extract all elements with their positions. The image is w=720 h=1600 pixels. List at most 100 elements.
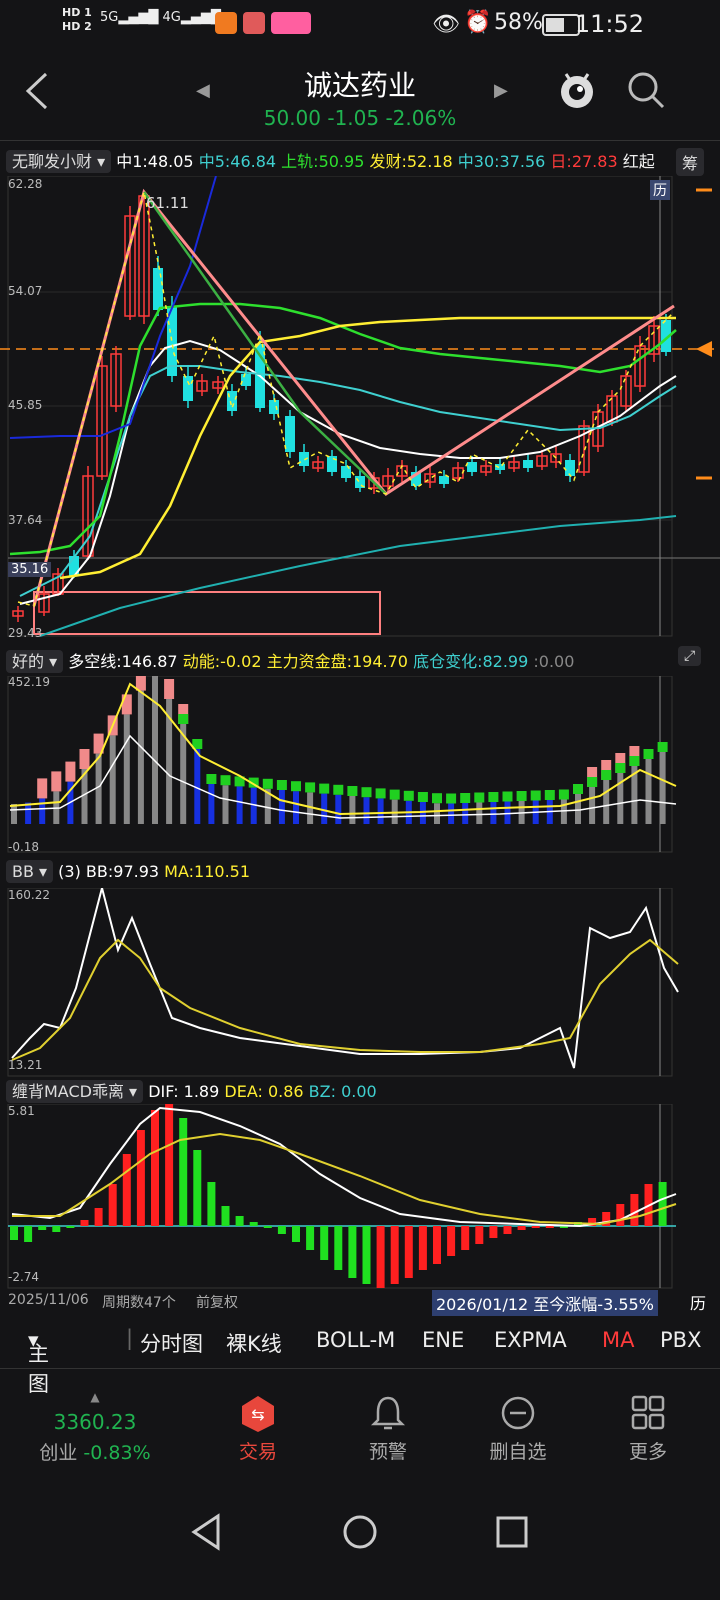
main-indicator-select[interactable]: 无聊发小财 ▾: [6, 150, 112, 173]
ind3-value-0: (3) BB:97.93: [58, 862, 160, 881]
ind4-value-0: DIF: 1.89: [148, 1082, 220, 1101]
ind2-green-bar: [305, 782, 316, 793]
title-bar: ◀ 诚达药业 50.00 -1.05 -2.06% ▶: [0, 52, 720, 138]
main-kline-chart[interactable]: [0, 176, 720, 642]
y-tick-main-1: 54.07: [8, 284, 43, 298]
tab-main-chart[interactable]: 主图 ▾: [28, 1328, 49, 1396]
macd-bar: [122, 1154, 131, 1226]
ind3-chart[interactable]: [0, 888, 720, 1078]
ind2-base-bar: [236, 786, 243, 824]
ind2-select[interactable]: 好的 ▾: [6, 650, 64, 673]
chart-frame: [7, 676, 673, 853]
ma30-line: [39, 515, 677, 637]
ma5-line: [19, 365, 677, 597]
tab-ene[interactable]: ENE: [422, 1328, 464, 1352]
ind3-ymin: 13.21: [8, 1058, 43, 1072]
adjust-mode[interactable]: 前复权: [196, 1292, 238, 1312]
index-name: 创业: [39, 1442, 78, 1464]
chips-button[interactable]: 筹: [676, 148, 705, 176]
tab-naked-k[interactable]: 裸K线: [226, 1328, 282, 1358]
ind2-bar: 好的 ▾ 多空线:146.87 动能:-0.02 主力资金盘:194.70 底仓…: [6, 648, 574, 673]
ind2-green-bar: [220, 775, 231, 786]
ind2-base-bar: [560, 799, 567, 824]
trade-label: 交易: [238, 1441, 277, 1463]
ind4-select[interactable]: 缠背MACD乖离 ▾: [6, 1080, 144, 1103]
macd-bar: [630, 1194, 639, 1226]
ind2-base-bar: [589, 787, 596, 824]
hd1-label: HD 1: [62, 6, 92, 19]
ind2-green-bar: [488, 792, 499, 802]
tab-boll-m[interactable]: BOLL-M: [316, 1328, 395, 1352]
system-nav-bar: [0, 1500, 720, 1600]
macd-chart[interactable]: [0, 1104, 720, 1290]
ind2-pink-bar: [79, 749, 90, 769]
nav-recents-icon[interactable]: [494, 1514, 530, 1550]
ind2-base-bar: [490, 802, 497, 824]
mascot-icon[interactable]: [556, 66, 598, 114]
macd-bar: [489, 1226, 498, 1238]
trade-button[interactable]: ⇆ 交易: [198, 1390, 318, 1464]
y-tick-main-4: 29.43: [8, 626, 43, 640]
macd-bar: [277, 1226, 286, 1234]
ind2-green-bar: [474, 792, 485, 803]
nav-home-icon[interactable]: [340, 1512, 380, 1552]
ind2-pink-bar: [164, 679, 175, 699]
main-indicator-value-5: 日:27.83: [545, 152, 618, 171]
macd-bar: [503, 1226, 512, 1234]
macd-bar: [165, 1104, 174, 1226]
ind2-ymin: -0.18: [8, 840, 40, 854]
ind2-green-bar: [361, 787, 372, 798]
macd-bar: [348, 1226, 357, 1278]
tab-pbx[interactable]: PBX: [660, 1328, 701, 1352]
ind2-green-bar: [333, 784, 344, 795]
ind2-base-bar: [349, 796, 356, 824]
candle-body: [269, 400, 279, 414]
tab-timeshare[interactable]: 分时图: [140, 1328, 203, 1358]
more-button[interactable]: 更多: [588, 1390, 708, 1464]
macd-bar: [447, 1226, 456, 1256]
ind4-values: DIF: 1.89 DEA: 0.86 BZ: 0.00: [148, 1082, 377, 1101]
candle-body: [467, 462, 477, 472]
y-tick-main-0: 62.28: [8, 177, 43, 191]
nav-back-icon[interactable]: [188, 1512, 224, 1552]
macd-bar: [390, 1226, 399, 1284]
ind3-name: BB: [12, 862, 34, 881]
macd-bar: [320, 1226, 329, 1260]
ind2-base-bar: [123, 714, 130, 824]
remove-watchlist-button[interactable]: 删自选: [458, 1390, 578, 1464]
ind2-base-bar: [575, 794, 581, 824]
search-icon[interactable]: [626, 70, 666, 110]
macd-bar: [376, 1226, 385, 1288]
price-marker: [696, 341, 712, 357]
ind2-green-bar: [403, 790, 414, 801]
index-change: -0.83%: [83, 1442, 151, 1464]
macd-bar: [461, 1226, 470, 1250]
candle-body: [523, 460, 533, 468]
ind2-green-bar: [573, 784, 583, 794]
tab-ma[interactable]: MA: [602, 1328, 634, 1352]
candle-body: [299, 452, 309, 466]
main-indicator-name: 无聊发小财: [12, 152, 93, 171]
ind2-green-bar: [502, 791, 513, 802]
tab-expma[interactable]: EXPMA: [494, 1328, 567, 1352]
ind2-pink-bar: [121, 694, 132, 715]
history-button[interactable]: 历: [690, 1290, 706, 1314]
expand-icon[interactable]: ⤢: [678, 646, 702, 666]
next-stock-icon[interactable]: ▶: [494, 80, 508, 101]
ind2-green-bar: [629, 756, 640, 766]
ind2-green-bar: [347, 786, 358, 796]
ind2-pink-bar: [65, 761, 76, 782]
macd-bar: [10, 1226, 18, 1240]
ind3-select[interactable]: BB ▾: [6, 860, 54, 883]
ind2-chart[interactable]: [0, 676, 720, 854]
clock: 11:52: [574, 10, 644, 38]
remove-label: 删自选: [489, 1441, 547, 1463]
chart-footer: 2025/11/06 周期数47个 前复权 2026/01/12 至今涨幅-3.…: [0, 1290, 720, 1316]
alert-button[interactable]: 预警: [328, 1390, 448, 1464]
history-marker[interactable]: 历: [650, 180, 670, 200]
divider: [0, 1368, 720, 1369]
main-indicator-value-1: 中5:46.84: [193, 152, 277, 171]
macd-bar: [193, 1150, 202, 1226]
grid-icon: [631, 1395, 665, 1430]
index-ticker[interactable]: ▲ 3360.23 创业 -0.83%: [0, 1390, 190, 1465]
